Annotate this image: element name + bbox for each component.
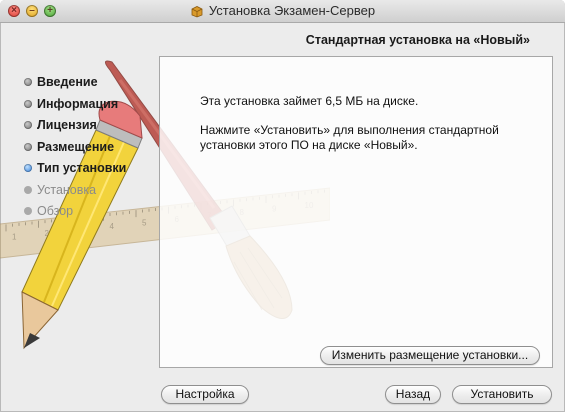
- step-summary: Обзор: [24, 203, 126, 225]
- step-done-bullet-icon: [24, 121, 32, 129]
- step-label: Информация: [37, 96, 119, 111]
- ruler-number: 1: [12, 233, 17, 242]
- package-icon: [191, 5, 203, 17]
- window-title-area: Установка Экзамен-Сервер: [0, 0, 565, 22]
- step-label: Установка: [37, 182, 97, 197]
- step-label: Размещение: [37, 139, 115, 154]
- title-bar: × – + Установка Экзамен-Сервер: [0, 0, 565, 23]
- content-panel: Эта установка займет 6,5 МБ на диске. На…: [159, 56, 553, 368]
- install-button[interactable]: Установить: [452, 385, 552, 404]
- window-title: Установка Экзамен-Сервер: [208, 3, 376, 18]
- step-installation: Установка: [24, 182, 126, 204]
- step-done-bullet-icon: [24, 142, 32, 151]
- back-button[interactable]: Назад: [385, 385, 441, 404]
- step-done-bullet-icon: [24, 78, 32, 86]
- step-label: Лицензия: [37, 118, 97, 132]
- customize-button[interactable]: Настройка: [161, 385, 249, 404]
- step-license: Лицензия: [24, 117, 126, 139]
- step-information: Информация: [24, 96, 126, 118]
- change-install-location-button[interactable]: Изменить размещение установки...: [320, 346, 540, 365]
- installer-window: × – + Установка Экзамен-Сервер Стандартн…: [0, 0, 565, 412]
- step-introduction: Введение: [24, 74, 126, 96]
- installer-steps-list: Введение Информация Лицензия Размещение …: [24, 74, 126, 225]
- step-pending-bullet-icon: [24, 207, 32, 215]
- install-size-text: Эта установка займет 6,5 МБ на диске.: [200, 94, 419, 108]
- step-current-bullet-icon: [24, 164, 32, 172]
- step-done-bullet-icon: [24, 99, 32, 108]
- ruler-number: 5: [142, 219, 147, 228]
- step-label: Обзор: [37, 204, 74, 218]
- step-pending-bullet-icon: [24, 185, 32, 194]
- step-label: Введение: [37, 75, 98, 89]
- install-instruction-text: Нажмите «Установить» для выполнения стан…: [200, 123, 499, 152]
- step-label: Тип установки: [37, 161, 127, 175]
- page-title: Стандартная установка на «Новый»: [305, 33, 530, 47]
- step-destination: Размещение: [24, 139, 126, 161]
- step-installation-type: Тип установки: [24, 160, 126, 182]
